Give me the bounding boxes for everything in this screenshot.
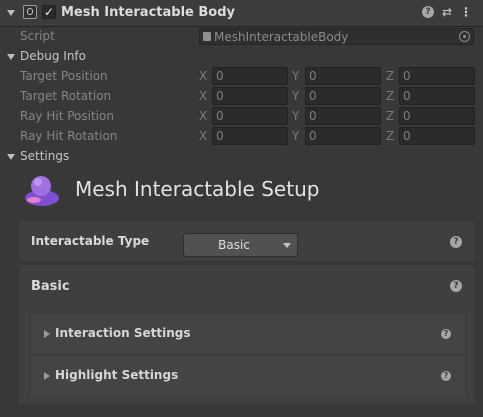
debug-info-heading[interactable]: Debug Info [20,49,86,63]
ray-hit-position-z-field[interactable]: 0 [399,107,475,125]
script-field-value: MeshInteractableBody [214,30,349,44]
setup-title: Mesh Interactable Setup [75,177,320,201]
highlight-settings-expand-icon[interactable] [44,372,50,380]
ray-hit-position-label: Ray Hit Position [20,109,114,123]
target-position-z-field[interactable]: 0 [399,67,475,85]
axis-x-label: X [199,109,208,123]
script-field[interactable]: MeshInteractableBody [199,28,474,45]
target-rotation-y-field[interactable]: 0 [305,87,381,105]
interactable-type-value: Basic [218,238,250,252]
basic-heading: Basic [31,279,70,294]
interaction-settings-expand-icon[interactable] [44,330,50,338]
axis-x-label: X [199,89,208,103]
script-component-icon [23,5,37,19]
ray-hit-rotation-y-field[interactable]: 0 [305,127,381,145]
axis-z-label: Z [386,129,395,143]
chevron-down-icon [283,243,291,248]
target-rotation-z-field[interactable]: 0 [399,87,475,105]
component-foldout-arrow-icon[interactable] [7,10,15,16]
ray-hit-rotation-z-field[interactable]: 0 [399,127,475,145]
more-options-icon[interactable]: ⋮ [459,5,473,19]
script-label: Script [20,29,55,43]
target-position-x-field[interactable]: 0 [212,67,288,85]
axis-y-label: Y [292,129,300,143]
highlight-settings-label[interactable]: Highlight Settings [55,368,178,382]
interactable-type-label: Interactable Type [31,234,150,248]
axis-z-label: Z [386,69,395,83]
ray-hit-position-x-field[interactable]: 0 [212,107,288,125]
interaction-sdk-logo-icon [25,176,59,206]
help-icon[interactable]: ? [421,5,435,19]
interaction-settings-help-icon[interactable]: ? [441,329,451,339]
settings-foldout-arrow-icon[interactable] [7,154,15,160]
axis-y-label: Y [292,89,300,103]
target-rotation-x-field[interactable]: 0 [212,87,288,105]
basic-help-icon[interactable]: ? [450,280,462,292]
target-position-label: Target Position [20,69,108,83]
settings-heading[interactable]: Settings [20,149,69,163]
debug-foldout-arrow-icon[interactable] [7,54,15,60]
script-file-icon [203,32,211,41]
interactable-type-dropdown[interactable]: Basic [183,233,298,257]
target-rotation-label: Target Rotation [20,89,112,103]
target-position-y-field[interactable]: 0 [305,67,381,85]
component-title: Mesh Interactable Body [61,5,235,20]
axis-y-label: Y [292,109,300,123]
axis-x-label: X [199,129,208,143]
axis-x-label: X [199,69,208,83]
interaction-settings-label[interactable]: Interaction Settings [55,326,190,340]
ray-hit-rotation-label: Ray Hit Rotation [20,129,118,143]
highlight-settings-help-icon[interactable]: ? [441,371,451,381]
axis-z-label: Z [386,109,395,123]
ray-hit-rotation-x-field[interactable]: 0 [212,127,288,145]
object-picker-icon[interactable] [459,31,470,42]
ray-hit-position-y-field[interactable]: 0 [305,107,381,125]
axis-y-label: Y [292,69,300,83]
presets-icon[interactable]: ⇄ [440,5,454,19]
interactable-type-help-icon[interactable]: ? [450,236,462,248]
component-enabled-checkbox[interactable]: ✓ [42,5,56,19]
axis-z-label: Z [386,89,395,103]
